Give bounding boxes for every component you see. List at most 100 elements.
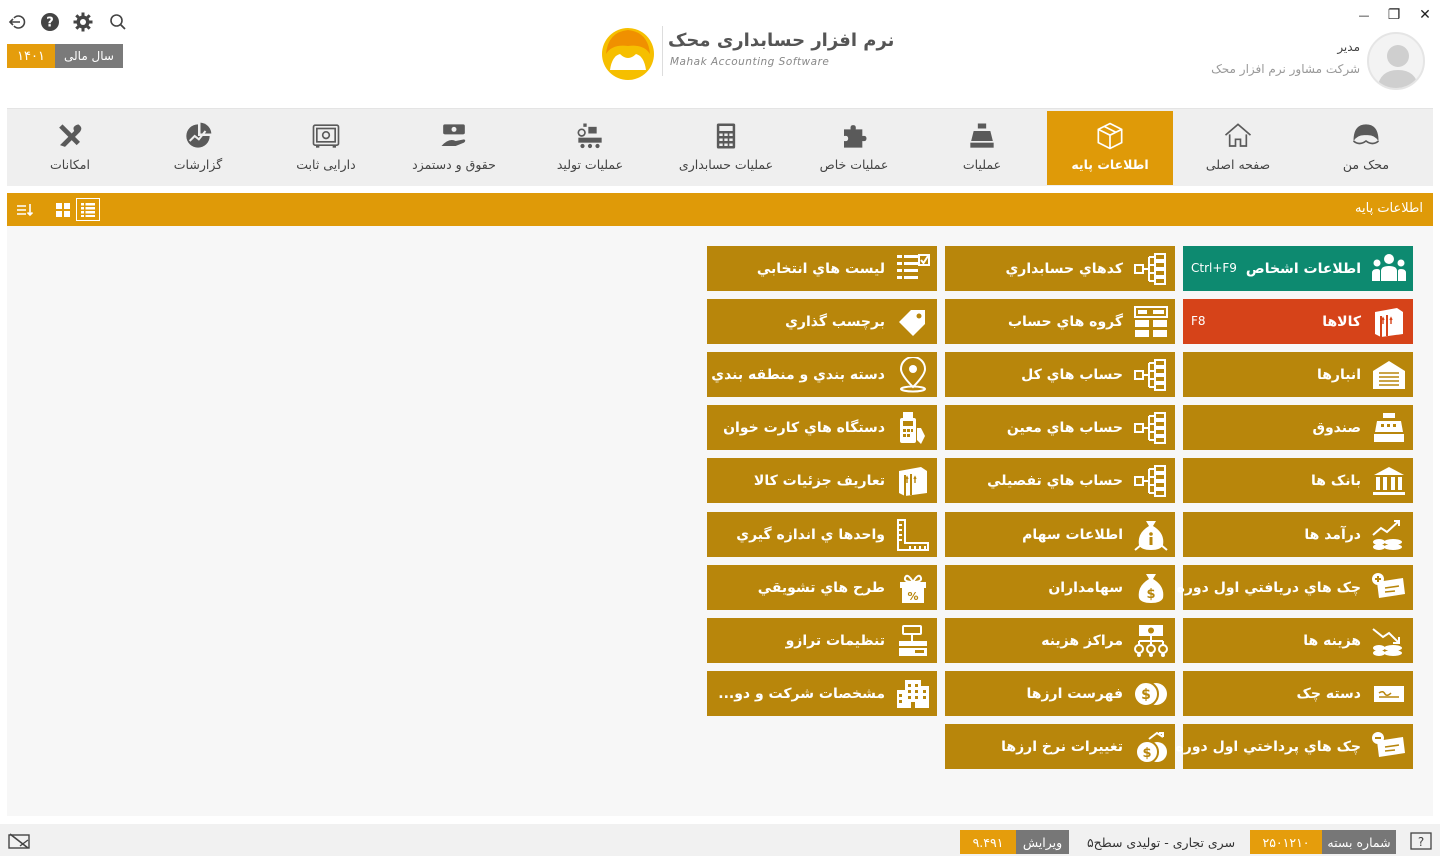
- tile-button[interactable]: واحدها ي اندازه گيري: [707, 512, 937, 557]
- help-icon[interactable]: ?: [40, 12, 60, 32]
- tile-button[interactable]: اطلاعات اشخاص Ctrl+F9: [1183, 246, 1413, 291]
- scale-icon: [895, 623, 931, 659]
- nav-item[interactable]: محک من: [1303, 111, 1429, 185]
- svg-text:%: %: [907, 590, 918, 603]
- tile-button[interactable]: دسته چک: [1183, 671, 1413, 716]
- tile-label: برچسب گذاري: [785, 313, 885, 330]
- tile-button[interactable]: $ سهامداران: [945, 565, 1175, 610]
- nav-item[interactable]: صفحه اصلی: [1175, 111, 1301, 185]
- tile-label: مشخصات شرکت و دو...: [718, 685, 885, 702]
- tile-label: انبارها: [1316, 366, 1361, 383]
- tile-button[interactable]: % طرح هاي تشويقي: [707, 565, 937, 610]
- svg-text:?: ?: [46, 16, 54, 31]
- warehouse-icon: [1371, 357, 1407, 393]
- tile-label: فهرست ارزها: [1026, 685, 1123, 702]
- close-button[interactable]: ✕: [1414, 6, 1436, 24]
- expense-icon: [1371, 623, 1407, 659]
- tile-button[interactable]: انبارها: [1183, 352, 1413, 397]
- mahak-icon: [1351, 121, 1381, 151]
- nav-item[interactable]: عملیات حسابداری: [663, 111, 789, 185]
- tree-icon: [1133, 357, 1169, 393]
- tile-label: اطلاعات سهام: [1022, 526, 1123, 543]
- tile-button[interactable]: هزينه ها: [1183, 618, 1413, 663]
- app-logo: نرم افزار حسابداری محک Mahak Accounting …: [600, 22, 894, 82]
- help-box-icon[interactable]: ?: [1410, 832, 1432, 850]
- minimize-button[interactable]: —: [1353, 6, 1375, 24]
- nav-label: گزارشات: [173, 157, 223, 172]
- tile-button[interactable]: کالاها F8: [1183, 299, 1413, 344]
- tag-icon: [895, 304, 931, 340]
- section-bar: اطلاعات پایه: [7, 193, 1433, 226]
- nav-item[interactable]: عملیات: [919, 111, 1045, 185]
- tile-button[interactable]: $ تغييرات نرخ ارزها: [945, 724, 1175, 769]
- cost-center-icon: [1133, 623, 1169, 659]
- tile-button[interactable]: مشخصات شرکت و دو...: [707, 671, 937, 716]
- nav-label: حقوق و دستمزد: [412, 157, 496, 172]
- package-label: شماره بسته: [1322, 830, 1396, 854]
- tile-button[interactable]: حساب هاي تفصيلي: [945, 458, 1175, 503]
- tile-button[interactable]: دستگاه هاي کارت خوان: [707, 405, 937, 450]
- sort-icon[interactable]: [13, 198, 37, 221]
- tile-button[interactable]: حساب هاي کل: [945, 352, 1175, 397]
- shareholder-icon: $: [1133, 570, 1169, 606]
- tile-button[interactable]: گروه هاي حساب: [945, 299, 1175, 344]
- home-icon: [1223, 121, 1253, 151]
- nav-item[interactable]: امکانات: [7, 111, 133, 185]
- fiscal-year[interactable]: ۱۴۰۱ سال مالی: [7, 44, 123, 68]
- checkbook-icon: [1371, 676, 1407, 712]
- tile-button[interactable]: درآمد ها: [1183, 512, 1413, 557]
- tile-button[interactable]: تنظيمات ترازو: [707, 618, 937, 663]
- avatar[interactable]: [1367, 32, 1425, 90]
- tile-label: چک هاي پرداختي اول دوره: [1175, 738, 1362, 755]
- nav-item[interactable]: عملیات خاص: [791, 111, 917, 185]
- tile-button[interactable]: بانک ها: [1183, 458, 1413, 503]
- tile-label: تغييرات نرخ ارزها: [1001, 738, 1123, 755]
- logout-icon[interactable]: [8, 12, 28, 32]
- no-connection-icon[interactable]: [8, 832, 30, 850]
- tile-label: واحدها ي اندازه گيري: [736, 526, 885, 543]
- nav-item[interactable]: اطلاعات پایه: [1047, 111, 1173, 185]
- nav-item[interactable]: دارایی ثابت: [263, 111, 389, 185]
- tile-label: طرح هاي تشويقي: [757, 579, 885, 596]
- nav-label: عملیات تولید: [556, 157, 624, 172]
- tile-button[interactable]: دسته بندي و منطقه بندي: [707, 352, 937, 397]
- grid-view-icon[interactable]: [51, 198, 75, 221]
- tile-button[interactable]: چک هاي دريافتي اول دوره: [1177, 565, 1413, 610]
- user-company: شرکت مشاور نرم افزار محک: [1211, 62, 1360, 76]
- bank-icon: [1371, 463, 1407, 499]
- search-icon[interactable]: [108, 12, 128, 32]
- tile-button[interactable]: ليست هاي انتخابي: [707, 246, 937, 291]
- salary-icon: [439, 121, 469, 151]
- tools-icon: [55, 121, 85, 151]
- checklist-icon: [895, 251, 931, 287]
- tile-label: تعاريف جزئيات کالا: [753, 472, 885, 489]
- settings-icon[interactable]: [73, 12, 93, 32]
- tile-button[interactable]: برچسب گذاري: [707, 299, 937, 344]
- tile-button[interactable]: صندوق: [1183, 405, 1413, 450]
- tile-label: مراکز هزينه: [1041, 632, 1123, 649]
- list-view-icon[interactable]: [76, 198, 100, 221]
- nav-item[interactable]: حقوق و دستمزد: [391, 111, 517, 185]
- nav-item[interactable]: عملیات تولید: [527, 111, 653, 185]
- tile-button[interactable]: حساب هاي معين: [945, 405, 1175, 450]
- tile-button[interactable]: اطلاعات سهام: [945, 512, 1175, 557]
- nav-label: محک من: [1342, 157, 1390, 172]
- tile-button[interactable]: مراکز هزينه: [945, 618, 1175, 663]
- tile-button[interactable]: $ فهرست ارزها: [945, 671, 1175, 716]
- status-bar: ? شماره بسته ۲۵۰۱۲۱۰ سری تجاری - تولیدی …: [0, 824, 1440, 856]
- restore-button[interactable]: ❐: [1383, 6, 1405, 24]
- tile-label: درآمد ها: [1304, 526, 1361, 543]
- tile-button[interactable]: تعاريف جزئيات کالا: [707, 458, 937, 503]
- section-title: اطلاعات پایه: [1355, 201, 1423, 216]
- box-icon: [1095, 121, 1125, 151]
- content-area: اطلاعات اشخاص Ctrl+F9 کالاها F8 انبارها صندوق…: [7, 226, 1433, 816]
- fiscal-year-value: ۱۴۰۱: [7, 44, 55, 68]
- tile-label: دستگاه هاي کارت خوان: [723, 419, 885, 436]
- tile-button[interactable]: کدهاي حسابداري: [945, 246, 1175, 291]
- tile-label: گروه هاي حساب: [1007, 313, 1123, 330]
- tile-hotkey: Ctrl+F9: [1191, 261, 1237, 275]
- people-icon: [1371, 251, 1407, 287]
- paid-check-icon: [1371, 729, 1407, 765]
- nav-item[interactable]: گزارشات: [135, 111, 261, 185]
- tile-button[interactable]: چک هاي پرداختي اول دوره: [1176, 724, 1413, 769]
